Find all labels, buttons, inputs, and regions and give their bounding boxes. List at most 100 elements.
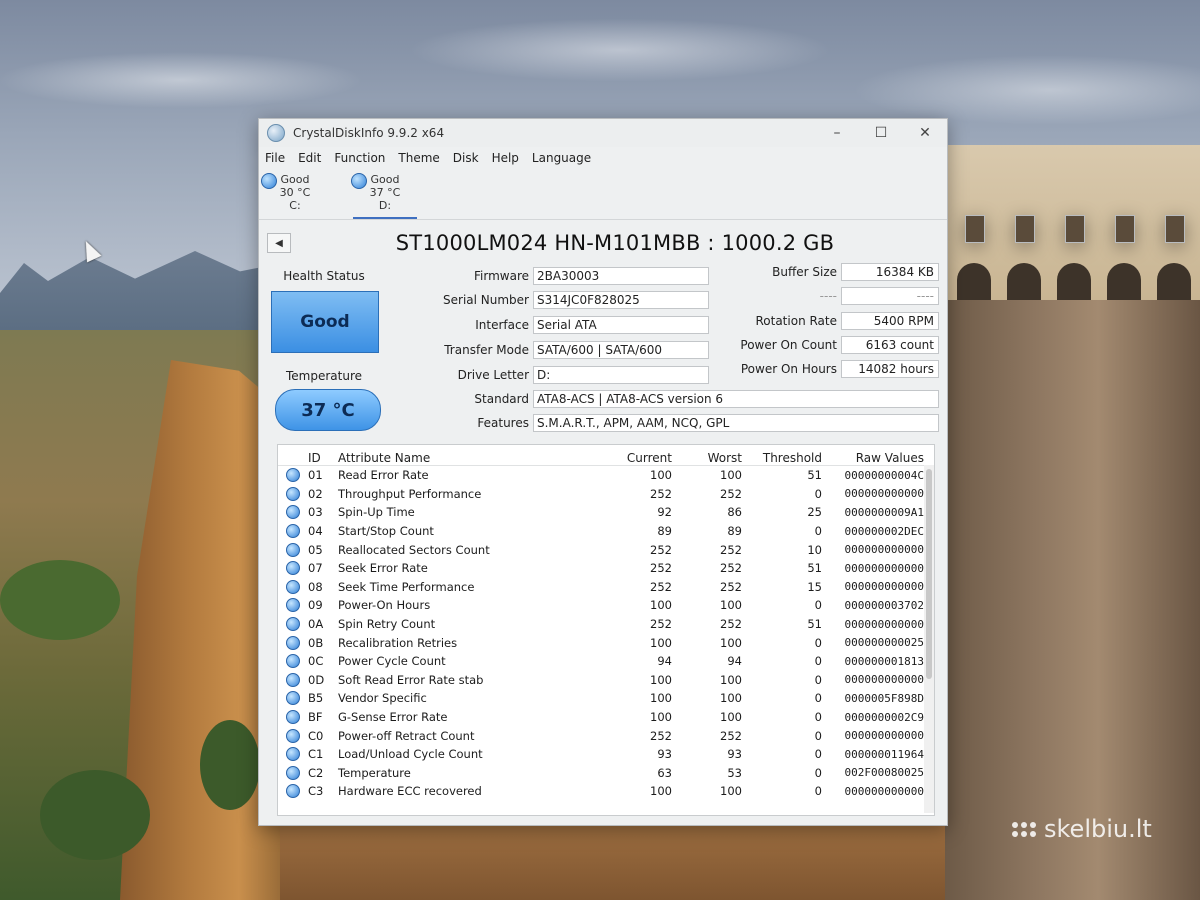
status-dot-icon [286,710,300,725]
temperature-badge[interactable]: 37 °C [275,389,381,431]
cell-current: 252 [650,728,672,743]
health-status-badge[interactable]: Good [271,291,379,353]
status-cell [278,561,308,576]
cell-current: 252 [650,617,672,632]
cell-id: C0 [308,728,324,743]
cell-raw-value: 002F00080025 [844,766,924,780]
cell-current: 100 [650,691,672,706]
smart-table[interactable]: ID Attribute Name Current Worst Threshol… [277,444,935,816]
cell-id: 03 [308,505,323,520]
cell-current: 100 [650,710,672,725]
table-row[interactable]: 0A Spin Retry Count 252 252 51 000000000000 [278,615,934,634]
cell-worst: 252 [720,579,742,594]
cell-raw-value: 000000000000 [844,729,924,743]
table-row[interactable]: 04 Start/Stop Count 89 89 0 000000002DEC [278,522,934,541]
table-row[interactable]: 0C Power Cycle Count 94 94 0 000000001813 [278,652,934,671]
cell-raw-value: 000000000000 [844,487,924,501]
cell-attribute-name: Hardware ECC recovered [338,784,482,799]
status-dot-icon [286,486,300,501]
close-button[interactable]: ✕ [903,119,947,147]
cell-current: 93 [657,747,672,762]
disk-tab-d[interactable]: Good 37 °C D: [351,171,417,219]
table-row[interactable]: C1 Load/Unload Cycle Count 93 93 0 0000000119… [278,745,934,764]
status-dot-icon [286,505,300,520]
menu-theme[interactable]: Theme [398,151,439,165]
temperature-label: Temperature [285,369,362,383]
disk-tab-drive: D: [378,199,392,212]
header-raw-values[interactable]: Raw Values [822,451,924,465]
cell-threshold: 0 [814,672,822,687]
status-cell [278,728,308,743]
status-cell [278,691,308,706]
cell-attribute-name: Load/Unload Cycle Count [338,747,483,762]
cell-attribute-name: Start/Stop Count [338,524,434,539]
scrollbar-thumb[interactable] [926,469,932,679]
cell-raw-value: 00000000004C [844,468,924,482]
menu-function[interactable]: Function [334,151,385,165]
cell-current: 252 [650,542,672,557]
cell-threshold: 25 [807,505,822,520]
cell-id: 01 [308,468,323,483]
cell-raw-value: 000000003702 [844,598,924,612]
table-row[interactable]: C3 Hardware ECC recovered 100 100 0 000000000… [278,782,934,801]
table-row[interactable]: 02 Throughput Performance 252 252 0 000000000… [278,485,934,504]
cell-current: 94 [657,654,672,669]
maximize-button[interactable]: ☐ [859,119,903,147]
cell-id: 05 [308,542,323,557]
cell-current: 100 [650,635,672,650]
menu-disk[interactable]: Disk [453,151,479,165]
building-arch [1157,263,1191,303]
cell-worst: 252 [720,486,742,501]
table-row[interactable]: BF G-Sense Error Rate 100 100 0 0000000002C9 [278,708,934,727]
status-cell [278,672,308,687]
cell-worst: 94 [727,654,742,669]
cell-attribute-name: Temperature [338,765,411,780]
title-bar[interactable]: CrystalDiskInfo 9.9.2 x64 – ☐ ✕ [259,119,947,147]
table-row[interactable]: 0B Recalibration Retries 100 100 0 0000000000… [278,633,934,652]
cell-threshold: 51 [807,468,822,483]
table-row[interactable]: 01 Read Error Rate 100 100 51 00000000004C [278,466,934,485]
menu-edit[interactable]: Edit [298,151,321,165]
table-row[interactable]: 09 Power-On Hours 100 100 0 000000003702 [278,596,934,615]
table-row[interactable]: B5 Vendor Specific 100 100 0 0000005F898D [278,689,934,708]
menu-file[interactable]: File [265,151,285,165]
table-row[interactable]: C0 Power-off Retract Count 252 252 0 00000000… [278,726,934,745]
cell-attribute-name: Vendor Specific [338,691,427,706]
cell-worst: 252 [720,617,742,632]
health-status-label: Health Status [283,269,365,283]
header-attribute-name[interactable]: Attribute Name [338,451,588,465]
status-dot-icon [286,635,300,650]
cell-current: 252 [650,561,672,576]
cell-attribute-name: Reallocated Sectors Count [338,542,490,557]
smart-scrollbar[interactable] [924,465,934,813]
crystaldiskinfo-window: CrystalDiskInfo 9.9.2 x64 – ☐ ✕ File Edi… [258,118,948,826]
disk-tabs: Good 30 °C C: Good 37 °C D: [259,169,947,220]
cell-attribute-name: Seek Error Rate [338,561,428,576]
status-dot-icon [286,747,300,762]
header-threshold[interactable]: Threshold [742,451,822,465]
bush [200,720,260,810]
building-window [1115,215,1135,243]
health-good-icon [261,173,277,189]
cell-id: B5 [308,691,324,706]
cliff-right [945,300,1200,900]
cell-attribute-name: Spin Retry Count [338,617,436,632]
menu-language[interactable]: Language [532,151,591,165]
disk-tab-c[interactable]: Good 30 °C C: [261,171,327,219]
header-id[interactable]: ID [308,451,338,465]
table-row[interactable]: 0D Soft Read Error Rate stab 100 100 0 000000… [278,671,934,690]
minimize-button[interactable]: – [815,119,859,147]
table-row[interactable]: 08 Seek Time Performance 252 252 15 000000000… [278,578,934,597]
table-row[interactable]: 05 Reallocated Sectors Count 252 252 10 00000… [278,540,934,559]
cell-worst: 100 [720,691,742,706]
bush [0,560,120,640]
status-dot-icon [286,784,300,799]
table-row[interactable]: C2 Temperature 63 53 0 002F00080025 [278,764,934,783]
cell-id: 09 [308,598,323,613]
table-row[interactable]: 03 Spin-Up Time 92 86 25 0000000009A1 [278,503,934,522]
header-worst[interactable]: Worst [672,451,742,465]
previous-disk-button[interactable]: ◀ [267,233,291,253]
header-current[interactable]: Current [588,451,672,465]
menu-help[interactable]: Help [492,151,519,165]
table-row[interactable]: 07 Seek Error Rate 252 252 51 000000000000 [278,559,934,578]
